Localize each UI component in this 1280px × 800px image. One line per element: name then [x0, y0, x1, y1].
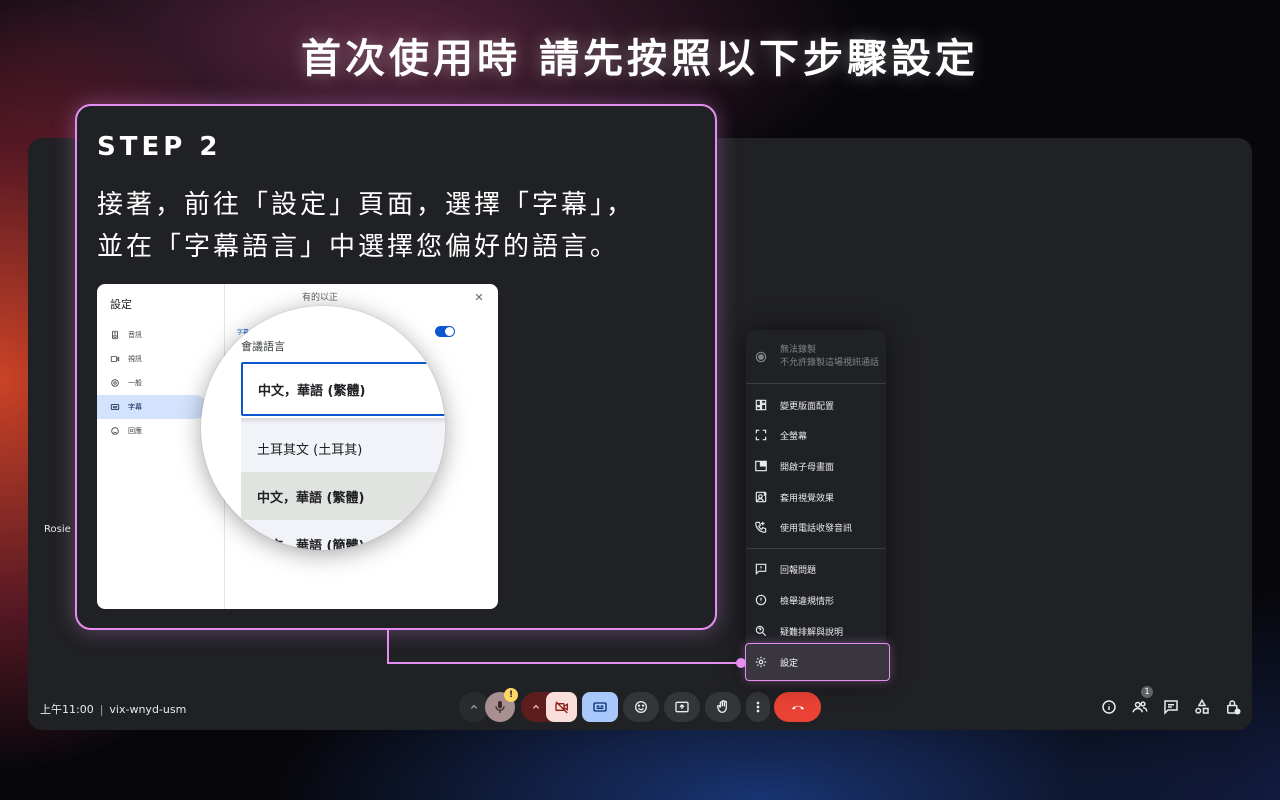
menu-item-label: 疑難排解與說明 [780, 627, 844, 638]
feedback-icon [755, 563, 767, 576]
emoji-icon [635, 701, 647, 713]
help-icon [755, 625, 767, 637]
report-icon [755, 594, 767, 606]
captions-icon [593, 702, 607, 712]
menu-item-settings[interactable]: 設定 [745, 643, 890, 681]
end-call-button[interactable] [774, 692, 821, 722]
connector-dot [736, 658, 746, 668]
present-screen-icon [675, 701, 689, 713]
mic-warning-badge: ! [504, 688, 518, 702]
language-select: 中文，華語 (繁體) [241, 362, 445, 416]
language-option: 中文，華語 (繁體) [241, 472, 445, 520]
phone-icon [755, 521, 767, 533]
hang-up-icon [791, 705, 804, 710]
recording-title: 無法錄製 [780, 345, 817, 355]
menu-item-label: 套用視覺效果 [780, 493, 835, 504]
pip-icon [755, 460, 767, 472]
menu-item-feedback[interactable]: 回報問題 [746, 554, 886, 584]
sidebar-item-reactions: 回應 [97, 419, 207, 443]
instruction-line: 接著，前往「設定」頁面，選擇「字幕」， [97, 190, 636, 220]
raise-hand-button[interactable] [705, 692, 741, 722]
participant-name: Rosie [44, 524, 71, 535]
menu-item-pip[interactable]: 開啟子母畫面 [746, 451, 886, 481]
chat-icon[interactable] [1162, 698, 1180, 716]
instruction-callout: STEP 2 接著，前往「設定」頁面，選擇「字幕」， 並在「字幕語言」中選擇您偏… [75, 104, 717, 630]
menu-item-label: 設定 [780, 658, 799, 669]
menu-item-label: 使用電話收發音訊 [780, 523, 853, 534]
connector-line [387, 662, 741, 664]
call-controls: ! [0, 688, 1280, 724]
people-icon[interactable] [1131, 698, 1149, 716]
activities-icon[interactable] [1193, 698, 1211, 716]
sidebar-item-label: 音訊 [128, 331, 142, 339]
captions-toggle [435, 326, 455, 337]
menu-item-label: 回報問題 [780, 565, 817, 576]
menu-item-label: 全螢幕 [780, 431, 808, 442]
menu-divider [746, 383, 886, 384]
speaker-icon [112, 330, 118, 340]
instruction-text: 接著，前往「設定」頁面，選擇「字幕」， 並在「字幕語言」中選擇您偏好的語言。 [97, 184, 707, 268]
record-icon [755, 351, 767, 363]
menu-item-visual-effects[interactable]: 套用視覺效果 [746, 482, 886, 512]
recording-unavailable: 無法錄製不允許錄製這場視訊通話 [746, 340, 886, 374]
sidebar-item-captions: 字幕 [97, 395, 207, 419]
chevron-up-icon [532, 704, 540, 709]
sidebar-item-video: 視訊 [97, 347, 207, 371]
meeting-language-label: 會議語言 [241, 340, 285, 353]
menu-item-change-layout[interactable]: 變更版面配置 [746, 390, 886, 420]
menu-item-report[interactable]: 檢舉違規情形 [746, 585, 886, 615]
page-headline: 首次使用時 請先按照以下步驟設定 [301, 36, 979, 82]
camera-off-icon [554, 701, 568, 714]
sidebar-item-label: 字幕 [128, 403, 142, 411]
reactions-button[interactable] [623, 692, 659, 722]
sidebar-item-label: 一般 [128, 379, 142, 387]
video-icon [110, 356, 120, 362]
more-options-menu: 無法錄製不允許錄製這場視訊通話 變更版面配置 全螢幕 開啟子母畫面 套用視覺效果… [746, 330, 886, 682]
menu-item-fullscreen[interactable]: 全螢幕 [746, 420, 886, 450]
present-button[interactable] [664, 692, 700, 722]
more-vertical-icon [756, 701, 760, 713]
settings-screenshot: 設定 音訊 視訊 一般 字幕 回應 有的以正 字幕 會議語言 中文，華語 (繁體… [97, 284, 498, 609]
sidebar-item-audio: 音訊 [97, 323, 207, 347]
menu-item-label: 變更版面配置 [780, 401, 835, 412]
menu-item-phone-audio[interactable]: 使用電話收發音訊 [746, 512, 886, 542]
close-icon [475, 293, 483, 301]
info-icon[interactable] [1100, 698, 1118, 716]
people-count-badge: 1 [1141, 686, 1153, 698]
connector-line [387, 630, 389, 664]
mic-icon [495, 701, 505, 713]
menu-item-label: 檢舉違規情形 [780, 596, 835, 607]
menu-item-label: 開啟子母畫面 [780, 462, 835, 473]
gear-icon [755, 656, 767, 668]
sidebar-item-general: 一般 [97, 371, 207, 395]
more-options-button[interactable] [746, 692, 770, 722]
chevron-up-icon [470, 704, 478, 709]
recording-subtitle: 不允許錄製這場視訊通話 [780, 358, 880, 368]
emoji-icon [111, 427, 119, 435]
captions-icon [110, 404, 120, 410]
layout-icon [755, 399, 767, 411]
step-label: STEP 2 [97, 132, 222, 162]
sidebar-item-label: 回應 [128, 427, 142, 435]
language-option: 土耳其文 (土耳其) [241, 424, 445, 472]
fullscreen-icon [755, 429, 767, 441]
effects-icon [755, 491, 767, 503]
menu-item-help[interactable]: 疑難排解與說明 [746, 616, 886, 646]
host-controls-icon[interactable] [1224, 698, 1242, 716]
hand-icon [717, 700, 727, 714]
settings-title: 設定 [110, 298, 132, 311]
gear-icon [111, 379, 119, 387]
instruction-line: 並在「字幕語言」中選擇您偏好的語言。 [97, 232, 620, 262]
menu-divider [746, 548, 886, 549]
magnifier-lens: 會議語言 中文，華語 (繁體) 土耳其文 (土耳其) 中文，華語 (繁體) 中文… [201, 306, 445, 550]
faint-heading: 有的以正 [302, 293, 339, 303]
language-option: 中文，華語 (簡體) [241, 520, 445, 550]
sidebar-item-label: 視訊 [128, 355, 142, 363]
captions-button[interactable] [582, 692, 618, 722]
camera-button[interactable] [546, 692, 577, 722]
